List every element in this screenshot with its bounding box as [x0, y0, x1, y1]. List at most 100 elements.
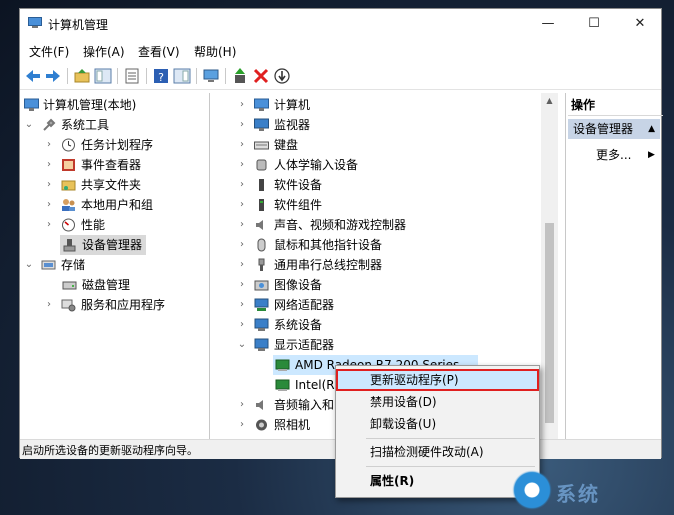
- menu-item-properties[interactable]: 属性(R): [336, 470, 539, 492]
- tree-item-storage[interactable]: ⌄ 存储: [24, 255, 204, 275]
- action-section-device-manager[interactable]: 设备管理器 ▲: [568, 119, 660, 139]
- chevron-right-icon[interactable]: ›: [44, 215, 54, 235]
- scan-monitor-icon[interactable]: [202, 67, 220, 85]
- forward-icon[interactable]: [44, 67, 62, 85]
- device-category-label: 人体学输入设备: [274, 158, 359, 172]
- menu-separator: [366, 466, 535, 467]
- menu-item-disable-device[interactable]: 禁用设备(D): [336, 391, 539, 413]
- enable-device-icon[interactable]: [273, 67, 291, 85]
- close-button[interactable]: ✕: [617, 9, 663, 39]
- menu-item-uninstall-device[interactable]: 卸载设备(U): [336, 413, 539, 435]
- window-title: 计算机管理: [48, 18, 109, 32]
- device-category-usb[interactable]: › 通用串行总线控制器: [237, 255, 537, 275]
- menu-file[interactable]: 文件(F): [29, 43, 69, 60]
- storage-icon: [41, 260, 56, 270]
- chevron-right-icon[interactable]: ›: [44, 155, 54, 175]
- action-more[interactable]: 更多... ▶: [596, 145, 655, 165]
- chevron-right-icon[interactable]: ›: [44, 195, 54, 215]
- tree-item-disk-management[interactable]: 磁盘管理: [60, 275, 200, 295]
- device-category-computer[interactable]: › 计算机: [237, 95, 537, 115]
- device-category-imaging[interactable]: › 图像设备: [237, 275, 537, 295]
- device-category-hid[interactable]: › 人体学输入设备: [237, 155, 537, 175]
- device-category-mice[interactable]: › 鼠标和其他指针设备: [237, 235, 537, 255]
- chevron-right-icon[interactable]: ›: [237, 95, 247, 115]
- chevron-right-icon[interactable]: ›: [44, 135, 54, 155]
- chevron-down-icon[interactable]: ⌄: [24, 115, 34, 135]
- menu-item-update-driver[interactable]: 更新驱动程序(P): [336, 369, 539, 391]
- tree-label: 事件查看器: [81, 158, 142, 172]
- display-adapter-icon: [254, 338, 269, 351]
- chevron-right-icon[interactable]: ›: [237, 255, 247, 275]
- chevron-right-icon[interactable]: ›: [44, 175, 54, 195]
- menu-help[interactable]: 帮助(H): [194, 43, 236, 60]
- device-category-label: 键盘: [274, 138, 299, 152]
- menu-item-scan-hardware[interactable]: 扫描检测硬件改动(A): [336, 441, 539, 463]
- back-icon[interactable]: [24, 67, 42, 85]
- help-icon[interactable]: ?: [152, 67, 170, 85]
- console-tree: 计算机管理(本地) ⌄ 系统工具 › 任务计划程序 › 事件查看器 › 共享文件…: [20, 93, 210, 440]
- update-driver-icon[interactable]: [231, 67, 249, 85]
- tree-item-services-apps[interactable]: › 服务和应用程序: [44, 295, 204, 315]
- chevron-right-icon[interactable]: ›: [237, 175, 247, 195]
- performance-icon: [62, 218, 75, 232]
- properties-icon[interactable]: [123, 67, 141, 85]
- scroll-up-icon[interactable]: ▲: [541, 93, 558, 109]
- chevron-down-icon[interactable]: ⌄: [237, 335, 247, 355]
- tree-item-task-scheduler[interactable]: › 任务计划程序: [44, 135, 204, 155]
- chevron-down-icon[interactable]: ⌄: [24, 255, 34, 275]
- chevron-right-icon[interactable]: ›: [237, 135, 247, 155]
- tools-icon: [43, 118, 56, 131]
- device-category-software-components[interactable]: › 软件组件: [237, 195, 537, 215]
- device-category-label: 通用串行总线控制器: [274, 258, 383, 272]
- collapse-triangle-icon[interactable]: ▲: [648, 119, 655, 139]
- maximize-button[interactable]: ☐: [571, 9, 617, 39]
- chevron-right-icon[interactable]: ›: [237, 395, 247, 415]
- show-tree-icon[interactable]: [94, 67, 112, 85]
- uninstall-icon[interactable]: [252, 67, 270, 85]
- device-category-keyboard[interactable]: › 键盘: [237, 135, 537, 155]
- tree-label: 共享文件夹: [81, 178, 142, 192]
- action-pane-icon[interactable]: [173, 67, 191, 85]
- chevron-right-icon[interactable]: ›: [237, 415, 247, 435]
- chevron-right-icon[interactable]: ›: [237, 115, 247, 135]
- tree-item-performance[interactable]: › 性能: [44, 215, 204, 235]
- tree-label: 服务和应用程序: [81, 298, 166, 312]
- tree-root[interactable]: 计算机管理(本地): [24, 95, 204, 115]
- device-category-monitor[interactable]: › 监视器: [237, 115, 537, 135]
- chevron-right-icon[interactable]: ›: [237, 295, 247, 315]
- mouse-icon: [257, 238, 266, 252]
- device-category-system[interactable]: › 系统设备: [237, 315, 537, 335]
- device-list-scrollbar[interactable]: ▲: [541, 93, 558, 440]
- device-category-audio[interactable]: › 声音、视频和游戏控制器: [237, 215, 537, 235]
- chevron-right-icon[interactable]: ›: [237, 195, 247, 215]
- system-device-icon: [254, 318, 269, 331]
- device-category-display[interactable]: ⌄ 显示适配器: [237, 335, 537, 355]
- tree-item-event-viewer[interactable]: › 事件查看器: [44, 155, 204, 175]
- tree-label: 存储: [61, 258, 86, 272]
- chevron-right-icon[interactable]: ›: [237, 235, 247, 255]
- event-viewer-icon: [62, 159, 75, 171]
- computer-management-icon: [28, 17, 42, 28]
- tree-item-device-manager[interactable]: 设备管理器: [60, 235, 146, 255]
- tree-item-local-users[interactable]: › 本地用户和组: [44, 195, 204, 215]
- menu-action[interactable]: 操作(A): [83, 43, 125, 60]
- minimize-button[interactable]: —: [525, 9, 571, 39]
- device-category-software-devices[interactable]: › 软件设备: [237, 175, 537, 195]
- menu-separator: [366, 438, 535, 439]
- chevron-right-icon[interactable]: ›: [237, 275, 247, 295]
- device-category-network[interactable]: › 网络适配器: [237, 295, 537, 315]
- tree-item-system-tools[interactable]: ⌄ 系统工具: [24, 115, 204, 135]
- chevron-right-icon[interactable]: ›: [237, 155, 247, 175]
- device-category-label: 显示适配器: [274, 338, 335, 352]
- chevron-right-icon[interactable]: ›: [44, 295, 54, 315]
- tree-item-shared-folders[interactable]: › 共享文件夹: [44, 175, 204, 195]
- display-card-icon: [275, 359, 290, 371]
- up-folder-icon[interactable]: [73, 67, 91, 85]
- chevron-right-icon[interactable]: ›: [237, 315, 247, 335]
- chevron-right-icon[interactable]: ›: [237, 215, 247, 235]
- menu-view[interactable]: 查看(V): [138, 43, 180, 60]
- scrollbar-thumb[interactable]: [545, 223, 554, 423]
- device-item-label: Intel(R): [295, 378, 340, 392]
- device-category-label: 网络适配器: [274, 298, 335, 312]
- svg-text:?: ?: [158, 71, 164, 84]
